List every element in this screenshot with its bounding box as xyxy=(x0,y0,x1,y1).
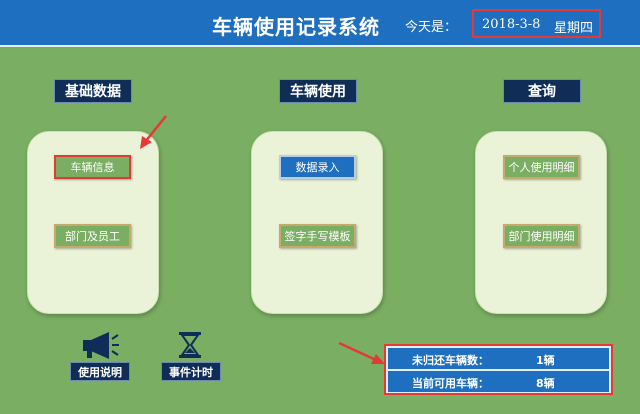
section-query-title: 查询 xyxy=(503,79,581,103)
section-basic-data-title: 基础数据 xyxy=(54,79,132,103)
event-timer-button[interactable]: 事件计时 xyxy=(161,362,221,381)
data-entry-button[interactable]: 数据录入 xyxy=(279,155,356,179)
vehicle-info-button[interactable]: 车辆信息 xyxy=(54,155,131,179)
app-title: 车辆使用记录系统 xyxy=(212,15,380,39)
available-label: 当前可用车辆： xyxy=(412,377,489,390)
annotation-arrow-icon xyxy=(338,341,385,364)
signature-template-button[interactable]: 签字手写模板 xyxy=(279,224,356,248)
today-label: 今天是： xyxy=(405,20,458,35)
panel-query: 个人使用明细 部门使用明细 xyxy=(475,131,607,314)
megaphone-icon[interactable] xyxy=(81,331,121,363)
panel-vehicle-usage: 数据录入 签字手写模板 xyxy=(251,131,383,314)
available-vehicles-row: 当前可用车辆： 8辆 xyxy=(388,371,609,392)
panel-basic-data: 车辆信息 部门及员工 xyxy=(27,131,159,314)
header-bar: 车辆使用记录系统 今天是： 2018-3-8 星期四 xyxy=(0,0,640,47)
personal-usage-detail-button[interactable]: 个人使用明细 xyxy=(503,155,580,179)
hourglass-icon[interactable] xyxy=(178,331,202,363)
current-date: 2018-3-8 xyxy=(482,17,541,32)
unreturned-label: 未归还车辆数： xyxy=(412,354,489,367)
help-button[interactable]: 使用说明 xyxy=(70,362,130,381)
current-weekday: 星期四 xyxy=(554,21,594,36)
vehicle-stats-panel: 未归还车辆数： 1辆 当前可用车辆： 8辆 xyxy=(384,344,613,395)
department-usage-detail-button[interactable]: 部门使用明细 xyxy=(503,224,580,248)
date-display: 2018-3-8 星期四 xyxy=(472,9,601,38)
unreturned-value: 1辆 xyxy=(536,354,555,367)
unreturned-vehicles-row: 未归还车辆数： 1辆 xyxy=(388,348,609,369)
available-value: 8辆 xyxy=(536,377,555,390)
section-vehicle-usage-title: 车辆使用 xyxy=(279,79,357,103)
department-staff-button[interactable]: 部门及员工 xyxy=(54,224,131,248)
annotation-arrow-icon xyxy=(140,115,167,149)
